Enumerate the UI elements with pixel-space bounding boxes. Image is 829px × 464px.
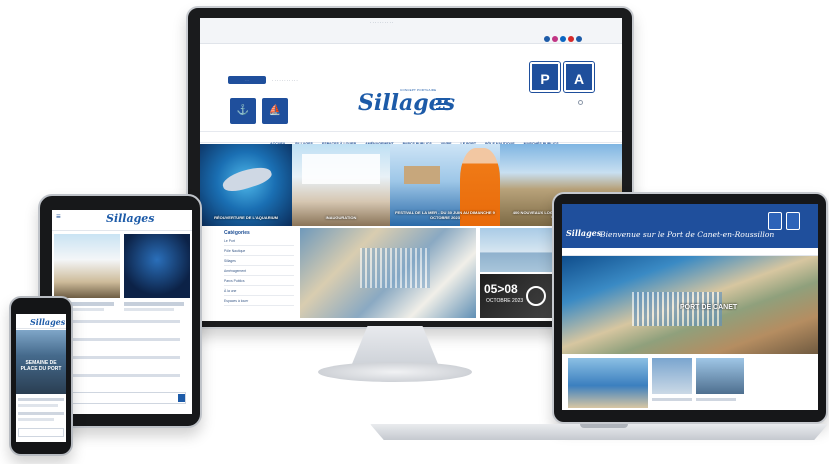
marina-shape (360, 248, 430, 288)
laptop-notch (580, 424, 628, 428)
phone-text-line (18, 404, 58, 407)
hero-tile-aquarium[interactable]: RÉOUVERTURE DE L'AQUARIUM (200, 144, 292, 226)
phone-screen: Sillages SEMAINE DE PLACE DU PORT (16, 314, 66, 442)
top-bar (200, 18, 622, 44)
phone-hero-photo[interactable]: SEMAINE DE PLACE DU PORT (16, 330, 66, 394)
logo-wave-3 (436, 108, 450, 110)
laptop-lid: Sillages Bienvenue sur le Port de Canet-… (552, 192, 828, 424)
laptop-screen: Sillages Bienvenue sur le Port de Canet-… (562, 204, 818, 410)
monitor-stand-neck (352, 326, 438, 364)
laptop-welcome: Bienvenue sur le Port de Canet-en-Roussi… (600, 230, 775, 239)
port-a-icon[interactable]: A (563, 61, 595, 93)
facebook-icon[interactable] (544, 36, 550, 42)
tablet-photo-2[interactable] (124, 234, 190, 298)
tablet-text-line (70, 338, 180, 341)
sidebar-item[interactable]: Le Port (224, 236, 294, 246)
logo-tagline: CONCEPT PORTUAIRE (400, 88, 437, 92)
fort-shape (404, 166, 440, 184)
laptop-hero-label: PORT DE CANET (680, 304, 738, 311)
header-pill-button[interactable]: · · · (228, 76, 266, 84)
phone-text-line (18, 398, 64, 401)
laptop-text-line (696, 398, 736, 401)
laptop-nav (562, 248, 818, 256)
laptop-hero-photo[interactable]: PORT DE CANET (562, 256, 818, 354)
tablet-search-button[interactable] (178, 394, 185, 402)
sail-icon[interactable]: ⛵ (262, 98, 288, 124)
hero-tile-inauguration[interactable]: INAUGURATION (292, 144, 390, 226)
tablet-search-input[interactable] (54, 392, 186, 404)
tablet-text-line (124, 302, 184, 306)
sidebar-item[interactable]: Sillages (224, 256, 294, 266)
phone-text-line (18, 418, 54, 421)
tablet-text-line (70, 320, 180, 323)
sidebar-item[interactable]: Aménagement (224, 266, 294, 276)
video-overlay-sub: OCTOBRE 2023 (486, 298, 524, 304)
tablet-text-line (124, 308, 174, 311)
tablet-text-line (70, 374, 180, 377)
laptop-card-2[interactable] (652, 358, 692, 394)
laptop-logo[interactable]: Sillages (566, 228, 601, 238)
hero-caption: RÉOUVERTURE DE L'AQUARIUM (214, 215, 278, 220)
hero-caption: FESTIVAL DE LA MER - DU 30 JUIN AU DIMAN… (395, 210, 495, 220)
tablet-screen: ≡ Sillages (52, 210, 192, 414)
laptop-text-line (652, 398, 692, 401)
sidebar-item[interactable]: Espaces à louer (224, 296, 294, 306)
phone-search-input[interactable] (18, 428, 64, 437)
laptop-card-3[interactable] (696, 358, 744, 394)
anchor-icon: ⚓ (230, 98, 256, 124)
header-note: · · · · · · · · · · · (272, 78, 298, 83)
laptop-icon-1[interactable] (768, 212, 782, 230)
phone-text-line (18, 412, 64, 415)
mail-icon[interactable] (576, 36, 582, 42)
logo-wave-2 (436, 103, 450, 105)
laptop-card-1[interactable] (568, 358, 648, 408)
youtube-icon[interactable] (568, 36, 574, 42)
instagram-icon[interactable] (552, 36, 558, 42)
tool-square-1[interactable]: ⚓ (230, 98, 256, 124)
video-overlay-text: 05>08 (484, 282, 518, 296)
sidebar-item[interactable]: Parcs Publics (224, 276, 294, 286)
logo-wave-1 (436, 98, 450, 100)
tablet-divider (52, 230, 192, 231)
top-date: · · · · · · · · · · (370, 20, 394, 25)
play-icon[interactable] (526, 286, 546, 306)
category-sidebar: Catégories Le Port Pôle Nautique Sillage… (224, 230, 294, 318)
building-shape (302, 154, 380, 184)
parking-icon[interactable]: P (529, 61, 561, 93)
aerial-port-photo[interactable] (300, 228, 476, 318)
phone-logo[interactable]: Sillages (30, 317, 65, 327)
shark-shape (220, 162, 274, 196)
laptop-icon-2[interactable] (786, 212, 800, 230)
search-icon[interactable] (578, 100, 583, 105)
hero-caption: INAUGURATION (325, 215, 357, 220)
sidebar-item[interactable]: À la une (224, 286, 294, 296)
linkedin-icon[interactable] (560, 36, 566, 42)
hero-tile-festival[interactable]: FESTIVAL DE LA MER - DU 30 JUIN AU DIMAN… (390, 144, 500, 226)
phone-hero-text: SEMAINE DE PLACE DU PORT (20, 360, 62, 372)
tablet-photo-1[interactable] (54, 234, 120, 298)
main-nav: ACCUEILSILLAGESESPACES À LOUERAMÉNAGEMEN… (200, 131, 622, 146)
monitor-stand-base (318, 362, 472, 382)
tablet-menu-icon[interactable]: ≡ (56, 212, 61, 221)
tablet-text-line (70, 356, 180, 359)
phone-divider (16, 328, 66, 329)
tablet-logo[interactable]: Sillages (106, 212, 155, 225)
sidebar-item[interactable]: Pôle Nautique (224, 246, 294, 256)
phone-device: Sillages SEMAINE DE PLACE DU PORT (9, 296, 73, 456)
